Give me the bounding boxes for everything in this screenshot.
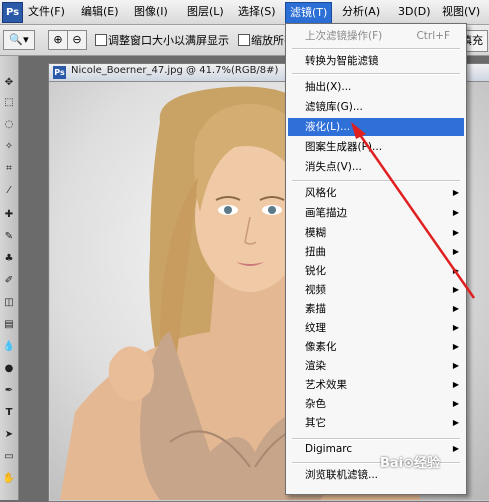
annotation-arrow [351,122,476,299]
watermark: Bai⊙经验 [380,456,441,471]
